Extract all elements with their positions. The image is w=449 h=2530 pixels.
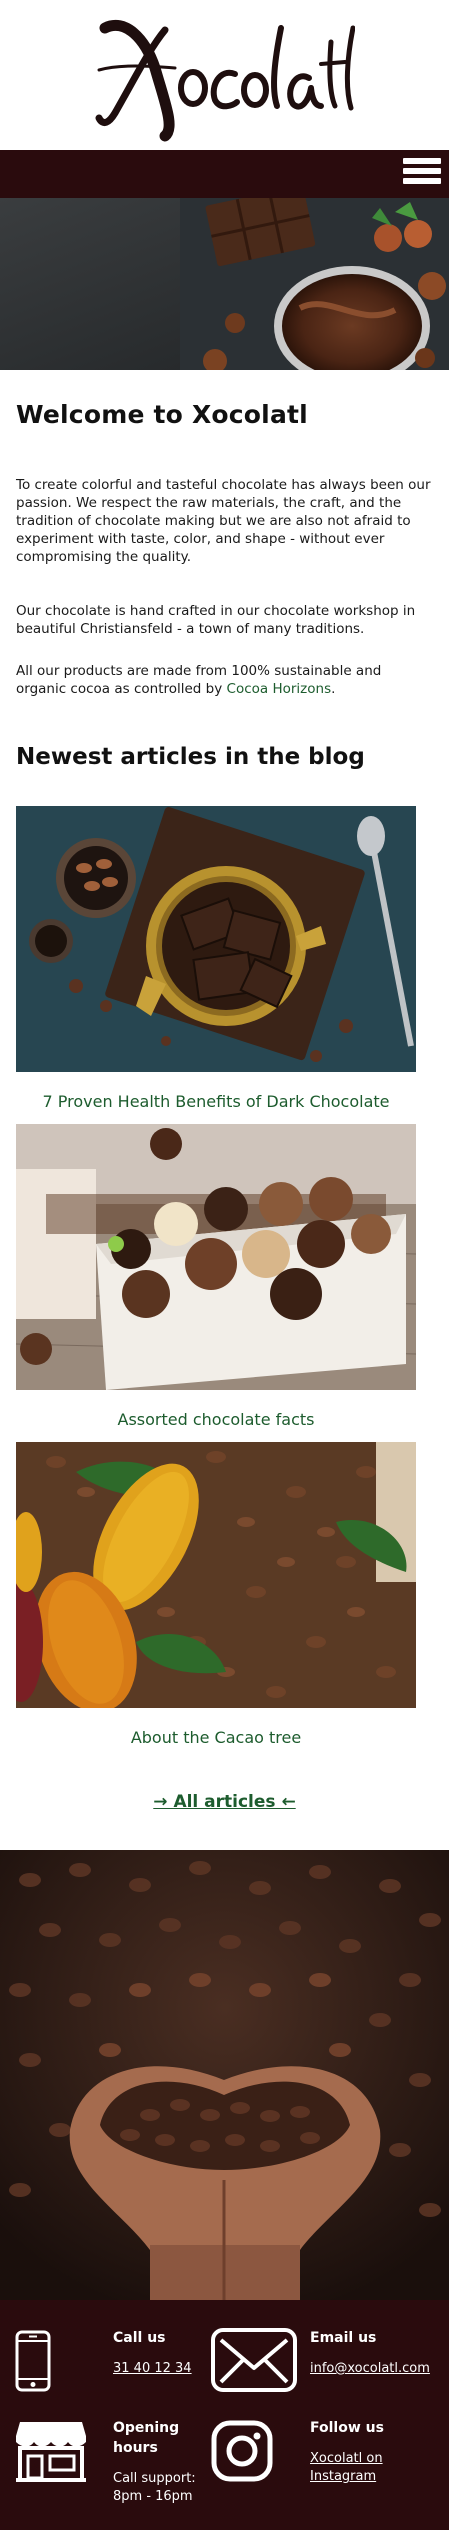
cocoa-beans-hands-image bbox=[0, 1850, 449, 2300]
envelope-icon bbox=[211, 2328, 297, 2392]
dark-chocolate-illustration bbox=[16, 806, 416, 1072]
all-articles-link[interactable]: → All articles ← bbox=[0, 1792, 449, 1812]
email-us-label: Email us bbox=[310, 2330, 377, 2346]
phone-icon bbox=[15, 2330, 51, 2392]
top-navbar bbox=[0, 150, 449, 198]
instagram-icon[interactable] bbox=[211, 2420, 273, 2482]
cocoa-horizons-link[interactable]: Cocoa Horizons bbox=[227, 681, 332, 697]
cacao-pods-illustration bbox=[16, 1442, 416, 1708]
article-link-assorted-facts[interactable]: Assorted chocolate facts bbox=[16, 1410, 416, 1429]
menu-line bbox=[403, 178, 441, 184]
opening-hours-label-line-1: Opening bbox=[113, 2420, 180, 2436]
welcome-paragraph-3: All our products are made from 100% sust… bbox=[16, 662, 431, 698]
call-us-label: Call us bbox=[113, 2330, 166, 2346]
article-link-health-benefits[interactable]: 7 Proven Health Benefits of Dark Chocola… bbox=[16, 1092, 416, 1111]
hamburger-menu-icon[interactable] bbox=[401, 154, 443, 194]
follow-us-label: Follow us bbox=[310, 2420, 384, 2436]
email-address-link[interactable]: info@xocolatl.com bbox=[310, 2360, 430, 2378]
assorted-chocolate-illustration bbox=[16, 1124, 416, 1390]
logo-text: Xocolatl bbox=[0, 0, 1, 1]
menu-line bbox=[403, 168, 441, 174]
opening-hours-label-line-2: hours bbox=[113, 2440, 158, 2456]
blog-heading: Newest articles in the blog bbox=[16, 744, 365, 770]
opening-hours-value: Call support: 8pm - 16pm bbox=[113, 2470, 196, 2506]
welcome-paragraph-1: To create colorful and tasteful chocolat… bbox=[16, 477, 431, 565]
instagram-link[interactable]: Xocolatl on Instagram bbox=[310, 2450, 383, 2486]
header-logo-area: Xocolatl bbox=[0, 0, 449, 150]
article-image-cacao-tree[interactable] bbox=[16, 1442, 416, 1708]
phone-number-link[interactable]: 31 40 12 34 bbox=[113, 2360, 192, 2378]
article-image-dark-chocolate[interactable] bbox=[16, 806, 416, 1072]
paragraph-text-end: . bbox=[331, 681, 336, 697]
instagram-link-line-2: Instagram bbox=[310, 2469, 377, 2484]
instagram-link-line-1: Xocolatl on bbox=[310, 2451, 383, 2466]
shop-icon bbox=[16, 2422, 86, 2482]
welcome-heading: Welcome to Xocolatl bbox=[16, 400, 308, 429]
opening-hours-label: Opening hours bbox=[113, 2418, 179, 2458]
hero-chocolate-illustration bbox=[0, 198, 449, 370]
menu-line bbox=[403, 158, 441, 164]
opening-hours-value-line-1: Call support: bbox=[113, 2471, 196, 2486]
welcome-paragraph-2: Our chocolate is hand crafted in our cho… bbox=[16, 603, 416, 637]
opening-hours-value-line-2: 8pm - 16pm bbox=[113, 2489, 193, 2504]
xocolatl-logo bbox=[95, 19, 355, 142]
article-link-cacao-tree[interactable]: About the Cacao tree bbox=[16, 1728, 416, 1747]
hero-image bbox=[0, 198, 449, 370]
article-image-assorted-chocolate[interactable] bbox=[16, 1124, 416, 1390]
site-footer: Call us 31 40 12 34 Email us info@xocola… bbox=[0, 2300, 449, 2530]
beans-in-hands-illustration bbox=[0, 1850, 449, 2300]
